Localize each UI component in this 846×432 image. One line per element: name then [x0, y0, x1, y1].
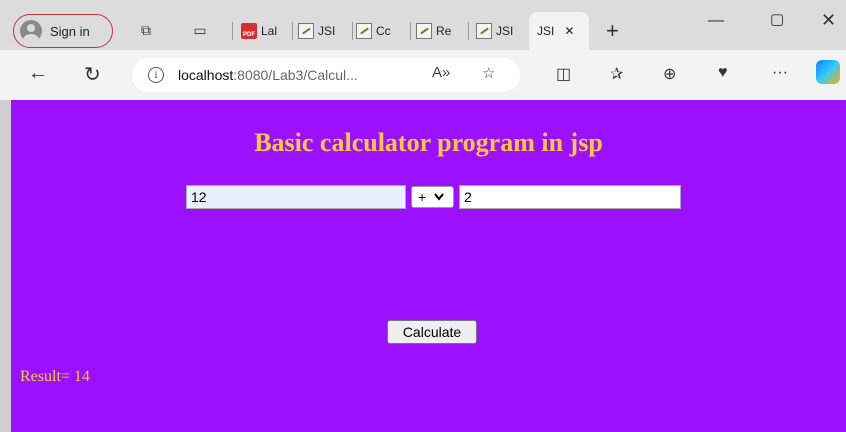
collections-icon[interactable]: ⊕ — [663, 64, 676, 84]
second-number-input[interactable] — [459, 185, 681, 209]
more-menu-icon[interactable]: ··· — [772, 64, 788, 82]
url-path: :8080/Lab3/Calcul... — [233, 67, 358, 83]
close-window-icon[interactable]: ✕ — [821, 10, 836, 31]
copilot-icon[interactable] — [816, 60, 840, 84]
browser-chrome: Sign in ⧉ ▭ PDF Lal JSI Cc Re JSI JSI ✕ … — [0, 0, 846, 100]
tab-separator — [410, 22, 411, 40]
first-number-input[interactable] — [186, 185, 406, 209]
sign-in-label: Sign in — [50, 23, 90, 39]
refresh-icon[interactable]: ↻ — [84, 62, 101, 87]
favorite-star-icon[interactable]: ☆ — [482, 64, 495, 82]
image-icon — [476, 23, 492, 39]
tab-5[interactable]: JSI — [476, 20, 513, 42]
image-icon — [356, 23, 372, 39]
browser-essentials-icon[interactable]: ♥ — [718, 64, 728, 82]
tab-separator — [468, 22, 469, 40]
sign-in-button[interactable]: Sign in — [13, 14, 113, 48]
maximize-icon[interactable]: ▢ — [770, 10, 784, 28]
tab-3-label: Cc — [376, 24, 391, 38]
active-tab[interactable]: JSI ✕ — [529, 12, 589, 50]
tab-4-label: Re — [436, 24, 452, 38]
url-host: localhost — [178, 67, 234, 83]
tab-5-label: JSI — [496, 24, 514, 38]
info-icon[interactable]: i — [148, 67, 164, 83]
tab-bar: Sign in ⧉ ▭ PDF Lal JSI Cc Re JSI JSI ✕ … — [0, 0, 846, 50]
active-tab-label: JSI — [537, 24, 555, 38]
tab-actions-icon[interactable]: ▭ — [192, 22, 208, 38]
pdf-icon: PDF — [241, 23, 257, 39]
avatar — [20, 20, 42, 42]
split-screen-icon[interactable]: ◫ — [556, 64, 571, 84]
tab-1[interactable]: PDF Lal — [241, 20, 277, 42]
calculator-page: Basic calculator program in jsp + Calcul… — [11, 100, 846, 432]
tab-2-label: JSI — [318, 24, 336, 38]
tab-2[interactable]: JSI — [298, 20, 335, 42]
tab-4[interactable]: Re — [416, 20, 451, 42]
read-aloud-icon[interactable]: A» — [432, 64, 450, 81]
operator-value: + — [418, 189, 427, 205]
workspaces-icon[interactable]: ⧉ — [138, 22, 154, 38]
address-bar[interactable]: i localhost :8080/Lab3/Calcul... A» ☆ — [132, 58, 520, 92]
tab-1-label: Lal — [261, 24, 278, 38]
result-text: Result= 14 — [20, 368, 90, 385]
address-row: ← ↻ i localhost :8080/Lab3/Calcul... A» … — [0, 50, 846, 100]
image-icon — [298, 23, 314, 39]
tab-separator — [292, 22, 293, 40]
back-icon[interactable]: ← — [28, 62, 48, 85]
tab-separator — [232, 22, 233, 40]
page-title: Basic calculator program in jsp — [254, 128, 603, 157]
tab-separator — [352, 22, 353, 40]
minimize-icon[interactable]: — — [708, 12, 724, 30]
favorites-icon[interactable]: ✰ — [610, 64, 623, 84]
chevron-down-icon — [434, 193, 444, 201]
calculate-button[interactable]: Calculate — [387, 320, 477, 344]
new-tab-icon[interactable]: + — [606, 18, 619, 44]
tab-3[interactable]: Cc — [356, 20, 391, 42]
image-icon — [416, 23, 432, 39]
close-tab-icon[interactable]: ✕ — [564, 24, 574, 38]
operator-select[interactable]: + — [411, 186, 454, 208]
